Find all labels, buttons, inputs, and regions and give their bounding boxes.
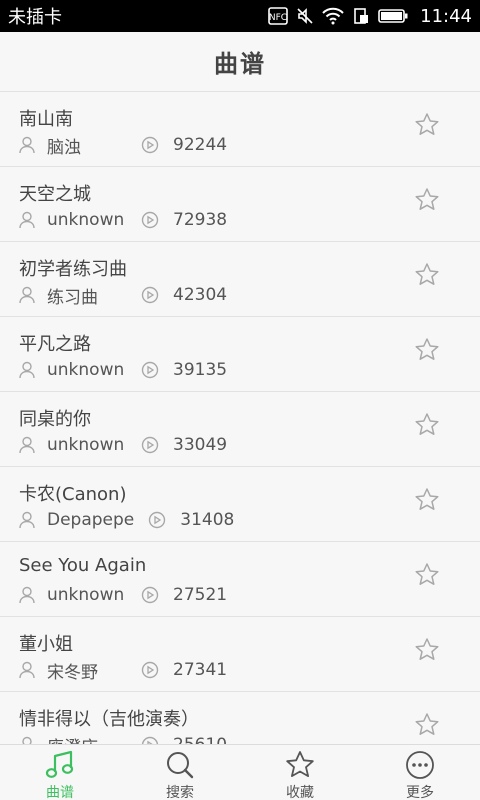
play-count-icon [141,211,159,229]
artist-name: 练习曲 [47,287,98,308]
play-count: 31408 [180,510,235,530]
person-icon [19,136,35,154]
status-icons: NFC 11:44 [268,6,472,27]
person-icon [19,586,35,604]
play-count-icon [141,436,159,454]
artist-name: 庾澄庆 [47,733,127,745]
favorite-star-icon[interactable] [414,712,440,738]
song-meta: unknown 33049 [19,434,227,456]
artist-name: unknown [47,210,125,230]
more-icon [404,750,436,780]
favorite-star-icon[interactable] [414,337,440,363]
list-item[interactable]: 南山南 脑浊 92244 [0,92,480,167]
tab-label: 搜索 [166,785,194,800]
play-count-icon [141,661,159,679]
favorite-star-icon[interactable] [414,262,440,288]
play-count-icon [141,361,159,379]
list-item[interactable]: 情非得以（吉他演奏） 庾澄庆 25610 [0,692,480,744]
person-icon [19,511,35,529]
list-item[interactable]: 卡农(Canon) Depapepe 31408 [0,467,480,542]
favorite-star-icon[interactable] [414,637,440,663]
tab-label: 曲谱 [46,785,74,800]
list-item[interactable]: 天空之城 unknown 72938 [0,167,480,242]
artist-name: 脑浊 [47,137,81,158]
status-bar: 未插卡 NFC 11:44 [0,0,480,32]
favorite-star-icon[interactable] [414,487,440,513]
person-icon [19,286,35,304]
song-meta: Depapepe 31408 [19,509,234,531]
song-title: 平凡之路 [19,334,91,355]
artist-name: unknown [47,585,125,605]
tab-search[interactable]: 搜索 [120,745,240,800]
song-meta: 脑浊 92244 [19,134,228,158]
page-title: 曲谱 [214,50,266,78]
wifi-icon [322,7,344,25]
song-title: See You Again [19,555,147,576]
app-header: 曲谱 [0,32,480,92]
favorite-star-icon[interactable] [414,412,440,438]
song-meta: 练习曲 42304 [19,284,228,308]
song-meta: unknown 72938 [19,209,227,231]
tab-favorites[interactable]: 收藏 [240,745,360,800]
favorite-star-icon[interactable] [414,562,440,588]
song-list[interactable]: 南山南 脑浊 92244 天空之城 unknown 72938 初学者练习曲 练… [0,92,480,744]
list-item[interactable]: 初学者练习曲 练习曲 42304 [0,242,480,317]
play-count: 72938 [173,210,228,230]
mute-icon [296,7,314,25]
tab-label: 更多 [406,785,434,800]
song-meta: 庾澄庆 25610 [19,734,227,744]
artist-name: unknown [47,360,125,380]
play-count: 27341 [173,660,228,680]
play-count-icon [148,511,166,529]
list-item[interactable]: 同桌的你 unknown 33049 [0,392,480,467]
battery-icon [378,8,408,24]
song-title: 情非得以（吉他演奏） [19,709,199,730]
bottom-nav: 曲谱 搜索 收藏 更多 [0,744,480,800]
favorite-star-icon[interactable] [414,112,440,138]
song-meta: unknown 39135 [19,359,227,381]
play-count-icon [141,736,159,744]
svg-text:NFC: NFC [269,13,287,23]
search-icon [164,750,196,780]
star-icon [284,750,316,780]
favorite-star-icon[interactable] [414,187,440,213]
song-title: 卡农(Canon) [19,484,127,505]
nfc-icon: NFC [268,7,288,25]
play-count-icon [141,136,159,154]
song-meta: unknown 27521 [19,584,227,606]
song-title: 初学者练习曲 [19,259,127,280]
person-icon [19,361,35,379]
play-count: 92244 [173,135,228,155]
list-item[interactable]: 平凡之路 unknown 39135 [0,317,480,392]
play-count: 42304 [173,285,228,305]
person-icon [19,436,35,454]
song-title: 天空之城 [19,184,91,205]
music-note-icon [44,750,76,780]
play-count-icon [141,586,159,604]
carrier-text: 未插卡 [8,7,62,28]
list-item[interactable]: 董小姐 宋冬野 27341 [0,617,480,692]
song-meta: 宋冬野 27341 [19,659,228,683]
artist-name: unknown [47,435,125,455]
play-count: 27521 [173,585,228,605]
clock-time: 11:44 [420,5,472,27]
person-icon [19,661,35,679]
play-count-icon [141,286,159,304]
tab-scores[interactable]: 曲谱 [0,745,120,800]
song-title: 同桌的你 [19,409,91,430]
artist-name: Depapepe [47,510,135,530]
tab-label: 收藏 [286,785,314,800]
artist-name: 宋冬野 [47,662,98,683]
person-icon [19,736,35,744]
tab-more[interactable]: 更多 [360,745,480,800]
list-item[interactable]: See You Again unknown 27521 [0,542,480,617]
person-icon [19,211,35,229]
play-count: 39135 [173,360,228,380]
play-count: 25610 [173,735,227,744]
sim-icon [352,7,370,25]
play-count: 33049 [173,435,228,455]
song-title: 董小姐 [19,634,73,655]
song-title: 南山南 [19,109,73,130]
